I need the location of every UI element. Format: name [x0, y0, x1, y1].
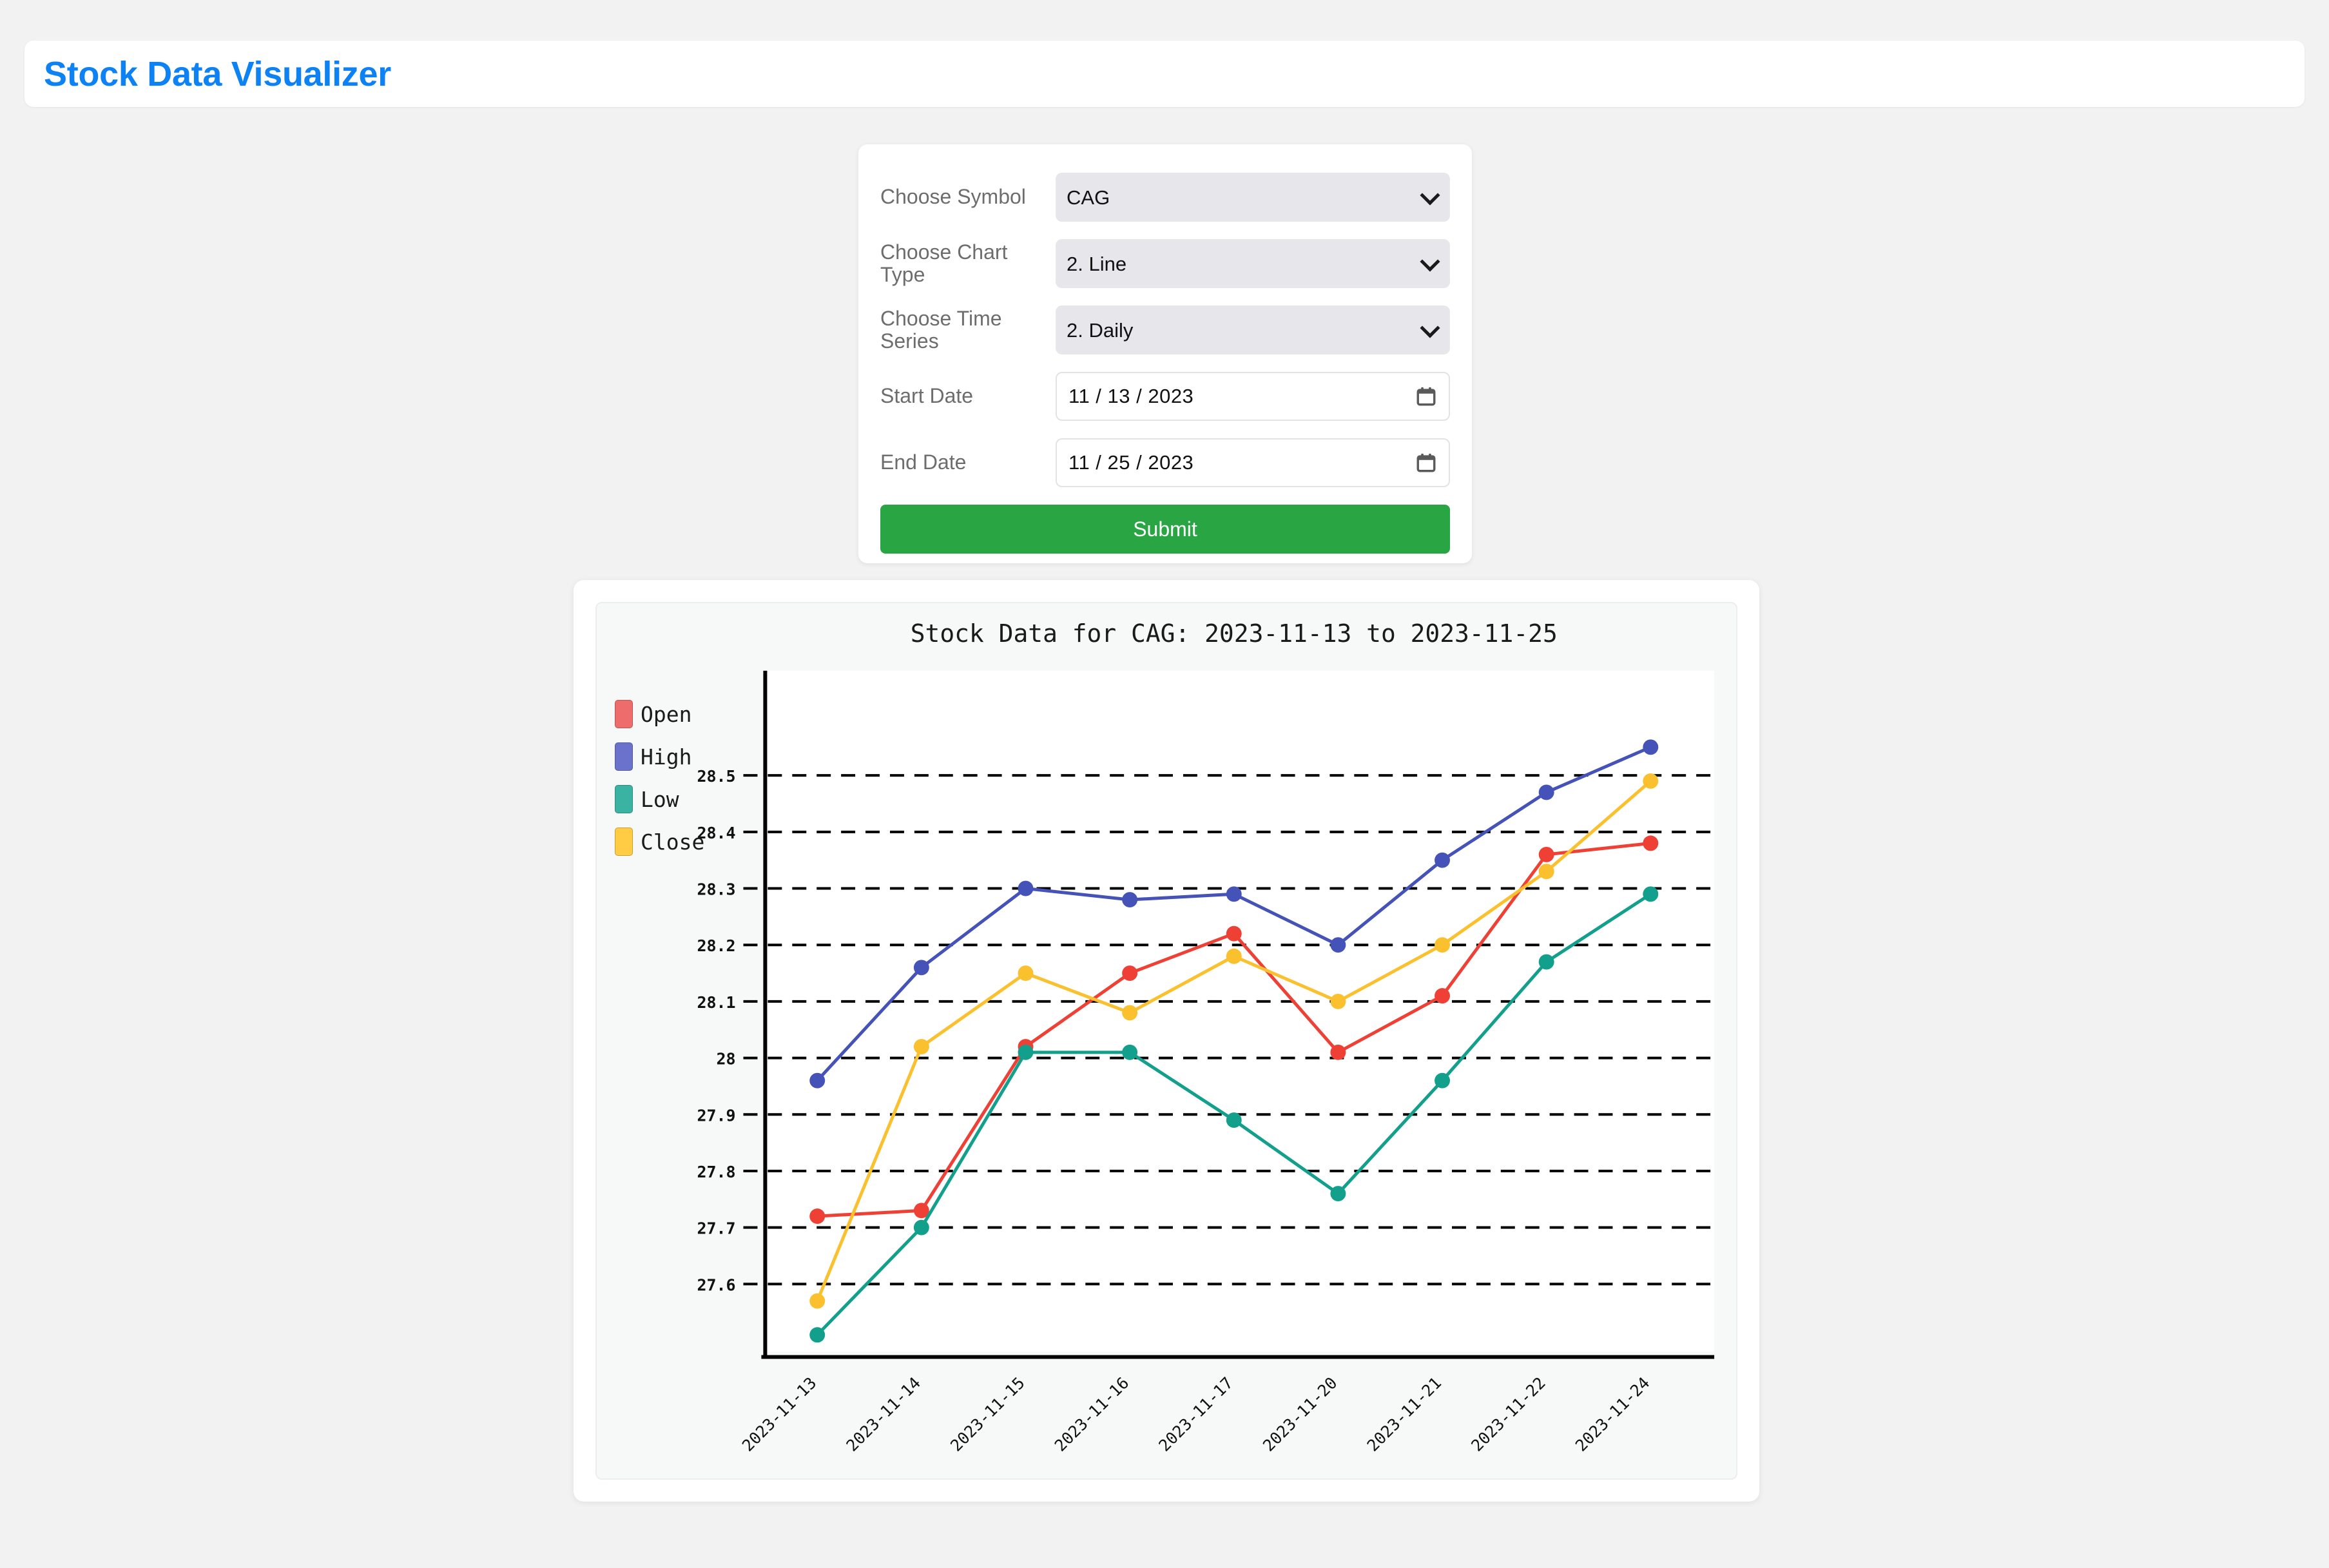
data-point-close[interactable]	[809, 1293, 826, 1309]
x-axis-tick-label: 2023-11-24	[1572, 1373, 1654, 1455]
end-date-control: 11 / 25 / 2023	[1056, 438, 1450, 487]
data-point-high[interactable]	[913, 960, 929, 976]
chart-title: Stock Data for CAG: 2023-11-13 to 2023-1…	[911, 619, 1558, 648]
start-date-value: 11 / 13 / 2023	[1068, 385, 1194, 407]
data-point-high[interactable]	[1643, 739, 1659, 755]
end-date-label: End Date	[880, 450, 967, 474]
time-series-control: 2. Daily	[1056, 305, 1450, 354]
legend-item[interactable]: Low	[615, 785, 704, 813]
legend-swatch-icon	[615, 742, 633, 771]
legend-swatch-icon	[615, 700, 633, 728]
y-axis-tick-label: 28.3	[697, 880, 735, 899]
data-point-high[interactable]	[1226, 886, 1242, 902]
data-point-open[interactable]	[1226, 925, 1242, 942]
y-axis-tick-label: 27.8	[697, 1163, 735, 1181]
chart-type-control: 2. Line	[1056, 239, 1450, 288]
chart-type-select[interactable]: 2. Line	[1056, 239, 1450, 288]
legend-swatch-icon	[615, 828, 633, 856]
symbol-control: CAG	[1056, 173, 1450, 222]
data-point-close[interactable]	[1435, 937, 1451, 953]
y-axis-tick-label: 27.6	[697, 1275, 735, 1294]
data-point-close[interactable]	[913, 1039, 929, 1055]
data-point-high[interactable]	[1435, 852, 1451, 868]
data-point-low[interactable]	[1538, 954, 1554, 970]
y-axis-tick-label: 28.1	[697, 993, 735, 1012]
data-point-open[interactable]	[1330, 1044, 1346, 1060]
data-point-low[interactable]	[913, 1219, 929, 1235]
data-point-close[interactable]	[1538, 864, 1554, 880]
choose-chart-type-label: Choose Chart Type	[880, 240, 1008, 286]
form-row-time-series: Choose Time Series 2. Daily	[880, 305, 1450, 354]
calendar-icon[interactable]	[1415, 452, 1437, 474]
plot-background	[765, 670, 1715, 1352]
data-point-open[interactable]	[1538, 846, 1554, 862]
y-axis-tick-label: 27.9	[697, 1106, 735, 1125]
start-date-label: Start Date	[880, 384, 974, 408]
x-axis-tick-label: 2023-11-14	[842, 1373, 924, 1455]
x-axis-tick-label: 2023-11-13	[739, 1373, 820, 1455]
data-point-close[interactable]	[1330, 993, 1346, 1009]
data-point-high[interactable]	[1538, 784, 1554, 800]
data-point-low[interactable]	[1226, 1112, 1242, 1128]
data-point-high[interactable]	[1018, 880, 1034, 896]
app-header: Stock Data Visualizer	[24, 41, 2305, 107]
start-date-control: 11 / 13 / 2023	[1056, 372, 1450, 421]
x-axis-tick-label: 2023-11-16	[1051, 1373, 1133, 1455]
time-series-select[interactable]: 2. Daily	[1056, 305, 1450, 354]
submit-button[interactable]: Submit	[880, 505, 1450, 554]
start-date-input[interactable]: 11 / 13 / 2023	[1056, 372, 1450, 421]
form-row-start-date: Start Date 11 / 13 / 2023	[880, 372, 1450, 421]
end-date-value: 11 / 25 / 2023	[1068, 451, 1194, 474]
data-point-low[interactable]	[1122, 1044, 1138, 1060]
form-row-end-date: End Date 11 / 25 / 2023	[880, 438, 1450, 487]
chart-container: Stock Data for CAG: 2023-11-13 to 2023-1…	[595, 602, 1737, 1480]
symbol-select[interactable]: CAG	[1056, 173, 1450, 222]
data-point-close[interactable]	[1018, 965, 1034, 982]
chart-legend: Open High Low Close	[615, 700, 704, 870]
data-point-low[interactable]	[1643, 886, 1659, 902]
legend-label: Close	[641, 829, 705, 855]
data-point-low[interactable]	[809, 1327, 826, 1343]
legend-label: Low	[641, 786, 679, 812]
y-axis-tick-label: 28.2	[697, 936, 735, 955]
end-date-input[interactable]: 11 / 25 / 2023	[1056, 438, 1450, 487]
legend-swatch-icon	[615, 785, 633, 813]
legend-label: Open	[641, 701, 692, 727]
stock-line-chart: Stock Data for CAG: 2023-11-13 to 2023-1…	[697, 619, 1715, 1455]
form-row-symbol: Choose Symbol CAG	[880, 173, 1450, 222]
chart-card: Stock Data for CAG: 2023-11-13 to 2023-1…	[574, 580, 1759, 1502]
x-axis-tick-label: 2023-11-21	[1364, 1373, 1445, 1455]
legend-label: High	[641, 744, 692, 769]
stock-query-form: Choose Symbol CAG Choose Chart Type 2. L…	[858, 144, 1472, 563]
data-point-open[interactable]	[1643, 835, 1659, 851]
x-axis-tick-label: 2023-11-22	[1467, 1373, 1549, 1455]
data-point-close[interactable]	[1226, 948, 1242, 964]
data-point-low[interactable]	[1018, 1044, 1034, 1060]
data-point-close[interactable]	[1122, 1005, 1138, 1021]
legend-item[interactable]: Close	[615, 828, 704, 856]
data-point-low[interactable]	[1435, 1072, 1451, 1089]
x-axis-tick-label: 2023-11-15	[947, 1373, 1029, 1455]
choose-symbol-label: Choose Symbol	[880, 185, 1026, 209]
y-axis-tick-label: 28	[716, 1050, 735, 1069]
data-point-open[interactable]	[1122, 965, 1138, 982]
choose-time-series-label: Choose Time Series	[880, 306, 1002, 353]
calendar-icon[interactable]	[1415, 385, 1437, 407]
y-axis-tick-label: 27.7	[697, 1219, 735, 1238]
data-point-open[interactable]	[1435, 988, 1451, 1004]
data-point-open[interactable]	[809, 1208, 826, 1224]
data-point-low[interactable]	[1330, 1186, 1346, 1202]
x-axis-tick-label: 2023-11-20	[1259, 1373, 1341, 1455]
legend-item[interactable]: High	[615, 742, 704, 771]
data-point-high[interactable]	[1122, 892, 1138, 908]
data-point-close[interactable]	[1643, 773, 1659, 789]
legend-item[interactable]: Open	[615, 700, 704, 728]
page-title: Stock Data Visualizer	[44, 54, 391, 93]
x-axis-tick-label: 2023-11-17	[1155, 1373, 1237, 1455]
data-point-high[interactable]	[1330, 937, 1346, 953]
data-point-high[interactable]	[809, 1072, 826, 1089]
form-row-chart-type: Choose Chart Type 2. Line	[880, 239, 1450, 288]
